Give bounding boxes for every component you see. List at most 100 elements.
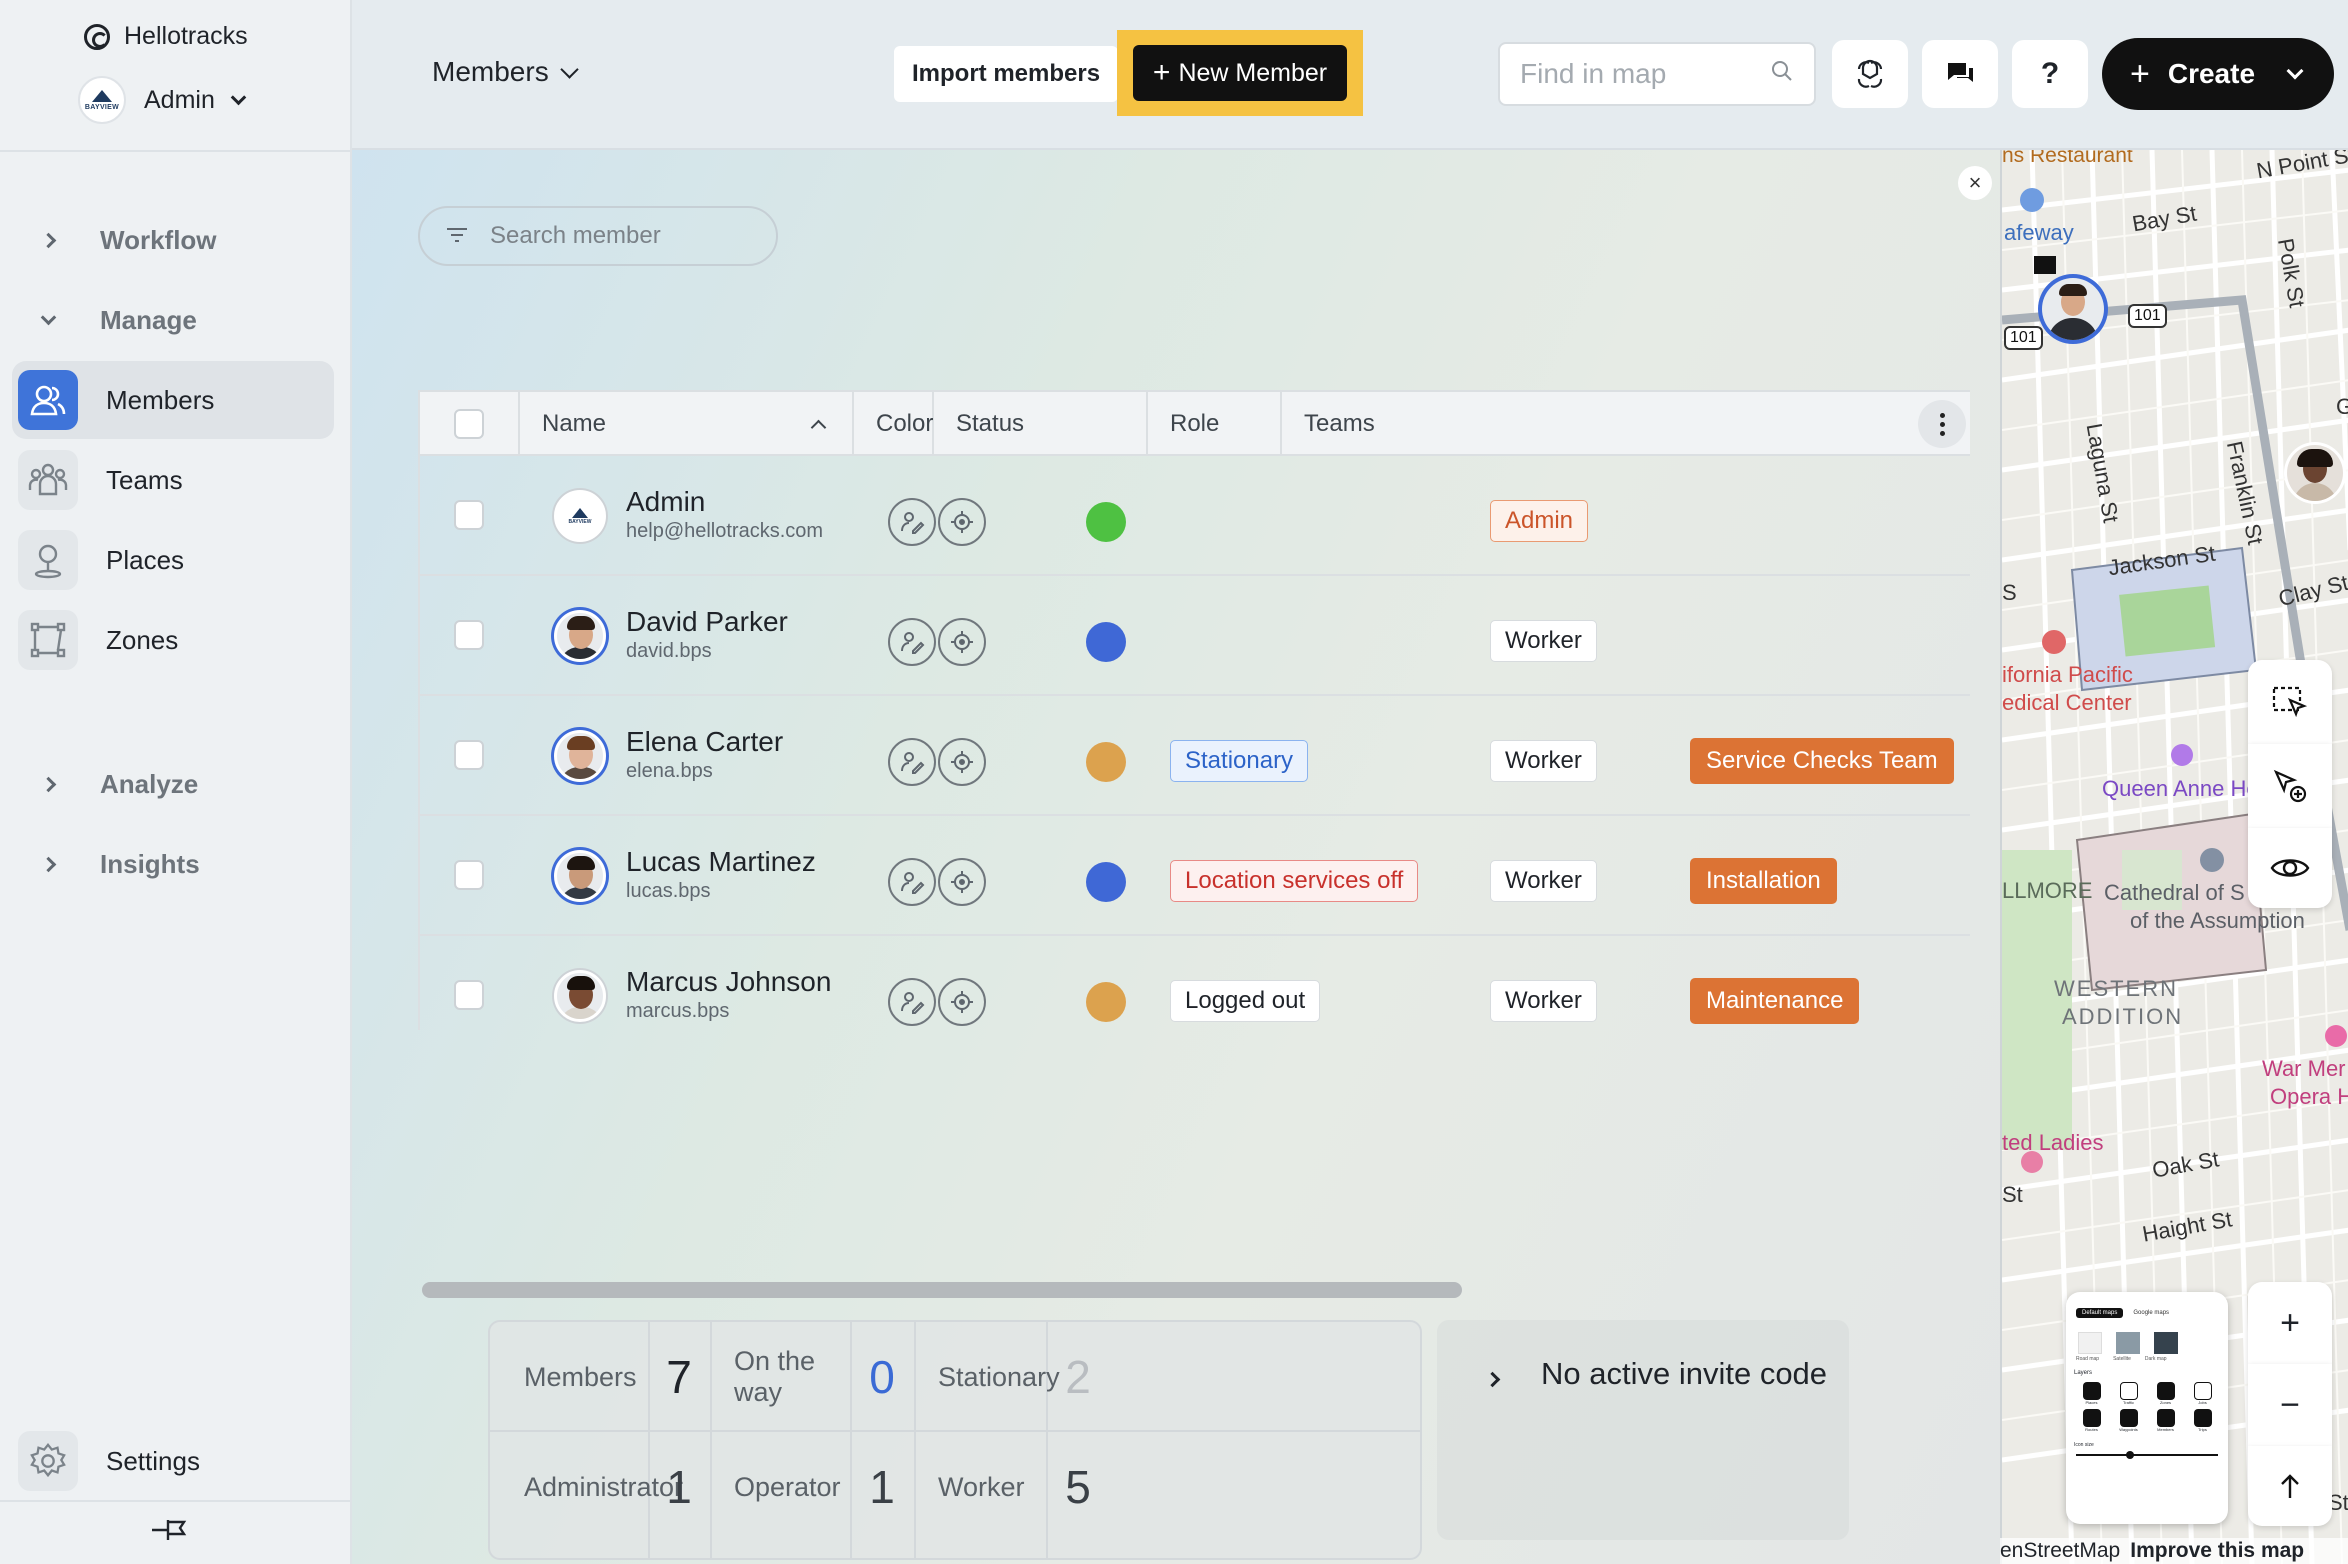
edit-member-button[interactable] bbox=[888, 858, 936, 906]
edit-member-button[interactable] bbox=[888, 978, 936, 1026]
map-label: of the Assumption bbox=[2130, 908, 2305, 933]
new-member-label: New Member bbox=[1178, 58, 1328, 87]
nav-section-label: Analyze bbox=[100, 768, 199, 799]
stat-on-the-way-label: On the way bbox=[734, 1346, 816, 1407]
sidebar-item-places[interactable]: Places bbox=[12, 521, 334, 599]
horizontal-scrollbar[interactable] bbox=[422, 1282, 1462, 1298]
map-visibility-button[interactable] bbox=[2248, 828, 2332, 908]
row-checkbox[interactable] bbox=[454, 980, 484, 1010]
column-teams[interactable]: Teams bbox=[1282, 392, 1970, 456]
nav-section-insights[interactable]: Insights bbox=[0, 834, 340, 894]
nav-section-analyze[interactable]: Analyze bbox=[0, 754, 340, 814]
edit-member-button[interactable] bbox=[888, 738, 936, 786]
status-badge: Location services off bbox=[1170, 860, 1419, 902]
stat-worker-label: Worker bbox=[938, 1471, 1025, 1502]
member-color-dot[interactable] bbox=[1086, 502, 1126, 542]
member-color-dot[interactable] bbox=[1086, 622, 1126, 662]
team-badge[interactable]: Maintenance bbox=[1690, 978, 1860, 1024]
locate-member-button[interactable] bbox=[938, 978, 986, 1026]
map-member-marker[interactable] bbox=[2038, 274, 2108, 344]
column-status[interactable]: Status bbox=[934, 392, 1148, 456]
ai-assistant-button[interactable] bbox=[1832, 40, 1908, 108]
row-checkbox[interactable] bbox=[454, 860, 484, 890]
role-badge: Worker bbox=[1490, 980, 1597, 1022]
chat-button[interactable] bbox=[1922, 40, 1998, 108]
invite-code-panel[interactable]: No active invite code bbox=[1437, 1320, 1849, 1540]
table-row[interactable]: Elena Carter elena.bps Stationary Worker Ser… bbox=[420, 696, 1970, 816]
search-member-input[interactable]: Search member bbox=[418, 206, 778, 266]
sidebar-item-members[interactable]: Members bbox=[12, 361, 334, 439]
new-member-highlight: + New Member bbox=[1117, 30, 1363, 116]
column-color[interactable]: Color bbox=[854, 392, 934, 456]
sidebar-item-zones[interactable]: Zones bbox=[12, 601, 334, 679]
edit-member-button[interactable] bbox=[888, 618, 936, 666]
map-marker-flag-icon bbox=[2034, 256, 2056, 274]
locate-member-button[interactable] bbox=[938, 858, 986, 906]
chat-icon bbox=[1948, 63, 1973, 82]
chevron-right-icon bbox=[40, 776, 56, 792]
nav-section-manage[interactable]: Manage bbox=[0, 290, 340, 350]
sidebar-item-settings[interactable]: Settings bbox=[12, 1422, 334, 1500]
pin-sidebar-button[interactable] bbox=[148, 1514, 192, 1546]
eye-icon bbox=[2270, 859, 2310, 877]
column-name-label: Name bbox=[542, 410, 607, 437]
team-badge[interactable]: Service Checks Team bbox=[1690, 738, 1954, 784]
improve-map-link[interactable]: Improve this map bbox=[2130, 1539, 2304, 1563]
zoom-in-button[interactable]: + bbox=[2248, 1282, 2332, 1364]
select-all-cell bbox=[420, 392, 520, 456]
chevron-right-icon bbox=[40, 232, 56, 248]
row-checkbox[interactable] bbox=[454, 620, 484, 650]
member-color-dot[interactable] bbox=[1086, 862, 1126, 902]
locate-member-button[interactable] bbox=[938, 498, 986, 546]
map-label: Opera H bbox=[2270, 1084, 2348, 1109]
row-checkbox[interactable] bbox=[454, 500, 484, 530]
nav-section-workflow[interactable]: Workflow bbox=[0, 210, 340, 270]
edit-user-icon bbox=[899, 749, 925, 775]
recenter-button[interactable] bbox=[2248, 1446, 2332, 1526]
sidebar-item-teams[interactable]: Teams bbox=[12, 441, 334, 519]
avatar: BAYVIEW bbox=[554, 490, 606, 542]
import-members-button[interactable]: Import members bbox=[894, 46, 1119, 102]
member-name[interactable]: Lucas Martinez bbox=[626, 846, 816, 878]
new-member-button[interactable]: + New Member bbox=[1133, 45, 1347, 101]
member-name[interactable]: Marcus Johnson bbox=[626, 966, 831, 998]
map-draw-route-button[interactable] bbox=[2248, 744, 2332, 828]
locate-member-button[interactable] bbox=[938, 738, 986, 786]
account-switcher[interactable]: BAYVIEW Admin bbox=[78, 76, 247, 124]
column-status-label: Status bbox=[956, 410, 1025, 437]
edit-user-icon bbox=[899, 989, 925, 1015]
column-name[interactable]: Name bbox=[520, 392, 854, 456]
member-name[interactable]: David Parker bbox=[626, 606, 788, 638]
map-select-area-button[interactable] bbox=[2248, 660, 2332, 744]
create-button[interactable]: + Create bbox=[2102, 38, 2334, 110]
close-map-button[interactable]: × bbox=[1958, 166, 1992, 200]
map-member-marker[interactable] bbox=[2284, 442, 2346, 504]
table-row[interactable]: David Parker david.bps Worker bbox=[420, 576, 1970, 696]
column-options-button[interactable] bbox=[1918, 400, 1966, 448]
chevron-right-icon bbox=[1484, 1371, 1501, 1388]
member-name[interactable]: Admin bbox=[626, 486, 705, 518]
member-name[interactable]: Elena Carter bbox=[626, 726, 783, 758]
member-color-dot[interactable] bbox=[1086, 742, 1126, 782]
member-color-dot[interactable] bbox=[1086, 982, 1126, 1022]
edit-member-button[interactable] bbox=[888, 498, 936, 546]
view-selector[interactable]: Members bbox=[432, 56, 579, 88]
nav-section-label: Insights bbox=[100, 848, 200, 879]
crosshair-icon bbox=[949, 749, 975, 775]
select-all-checkbox[interactable] bbox=[454, 409, 484, 439]
table-row[interactable]: Marcus Johnson marcus.bps Logged out Worker… bbox=[420, 936, 1970, 1030]
locate-member-button[interactable] bbox=[938, 618, 986, 666]
places-icon bbox=[18, 530, 78, 590]
find-in-map-input[interactable]: Find in map bbox=[1498, 42, 1816, 106]
brand: Hellotracks bbox=[84, 22, 248, 51]
column-role[interactable]: Role bbox=[1148, 392, 1282, 456]
table-row[interactable]: Lucas Martinez lucas.bps Location services… bbox=[420, 816, 1970, 936]
team-badge[interactable]: Installation bbox=[1690, 858, 1837, 904]
row-checkbox[interactable] bbox=[454, 740, 484, 770]
pin-icon bbox=[152, 1520, 187, 1540]
map-layers-preview[interactable]: Default maps Google maps Road map Satell… bbox=[2066, 1292, 2228, 1524]
help-button[interactable]: ? bbox=[2012, 40, 2088, 108]
table-row[interactable]: BAYVIEW Admin help@hellotracks.com Admin bbox=[420, 456, 1970, 576]
edit-user-icon bbox=[899, 629, 925, 655]
zoom-out-button[interactable]: − bbox=[2248, 1364, 2332, 1446]
